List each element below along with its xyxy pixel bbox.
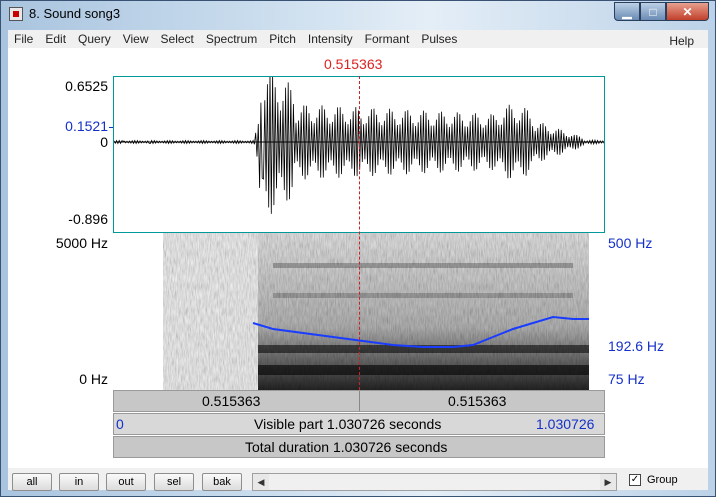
cursor-line[interactable] bbox=[359, 76, 360, 390]
zoom-out-button[interactable]: out bbox=[106, 473, 146, 491]
maximize-button[interactable]: □ bbox=[640, 2, 666, 21]
zoom-selection-button[interactable]: sel bbox=[154, 473, 194, 491]
group-toggle[interactable]: ✓ Group bbox=[629, 474, 678, 486]
zoom-back-button[interactable]: bak bbox=[202, 473, 242, 491]
menu-pulses[interactable]: Pulses bbox=[415, 30, 463, 48]
close-button[interactable]: ✕ bbox=[666, 2, 709, 21]
left-segment-time[interactable]: 0.515363 bbox=[202, 393, 260, 409]
spectrogram-band-base bbox=[258, 365, 589, 375]
menu-edit[interactable]: Edit bbox=[39, 30, 72, 48]
time-scrollbar[interactable]: ◀ ▶ bbox=[252, 473, 617, 491]
right-segment-time[interactable]: 0.515363 bbox=[448, 393, 506, 409]
title-bar[interactable]: 8. Sound song3 ▁ □ ✕ bbox=[1, 1, 715, 28]
scroll-left-icon[interactable]: ◀ bbox=[253, 474, 269, 490]
menu-pitch[interactable]: Pitch bbox=[263, 30, 302, 48]
window-controls: ▁ □ ✕ bbox=[614, 2, 709, 21]
group-checkbox[interactable]: ✓ bbox=[629, 474, 641, 486]
waveform-ymax-label: 0.6525 bbox=[65, 78, 108, 94]
zoom-all-button[interactable]: all bbox=[12, 473, 52, 491]
visible-start-time: 0 bbox=[116, 416, 124, 432]
window-client-area: File Edit Query View Select Spectrum Pit… bbox=[8, 30, 708, 491]
total-duration-label: Total duration 1.030726 seconds bbox=[245, 439, 448, 455]
menu-select[interactable]: Select bbox=[155, 30, 200, 48]
waveform-yzero-label: 0 bbox=[100, 134, 108, 150]
sound-editor-window: 8. Sound song3 ▁ □ ✕ File Edit Query Vie… bbox=[0, 0, 716, 497]
spectrogram-fmin-label: 0 Hz bbox=[79, 371, 108, 387]
zoom-in-button[interactable]: in bbox=[59, 473, 99, 491]
window-title: 8. Sound song3 bbox=[29, 6, 121, 21]
total-duration-bar[interactable]: Total duration 1.030726 seconds bbox=[113, 436, 605, 458]
scroll-right-icon[interactable]: ▶ bbox=[600, 474, 616, 490]
selection-bar[interactable]: 0.515363 0.515363 bbox=[113, 390, 605, 412]
visible-part-label: Visible part 1.030726 seconds bbox=[254, 416, 442, 432]
menu-intensity[interactable]: Intensity bbox=[302, 30, 359, 48]
spectrogram-band-mid bbox=[273, 293, 573, 298]
waveform-ymark-label: 0.1521 bbox=[65, 118, 108, 134]
visible-part-bar[interactable]: 0 Visible part 1.030726 seconds 1.030726 bbox=[113, 413, 605, 435]
pitch-mark-label: 192.6 Hz bbox=[608, 338, 665, 354]
segment-divider bbox=[359, 391, 360, 411]
menu-formant[interactable]: Formant bbox=[359, 30, 416, 48]
minimize-button[interactable]: ▁ bbox=[614, 2, 640, 21]
group-label: Group bbox=[647, 474, 678, 486]
spectrogram-band-high bbox=[273, 263, 573, 268]
menu-query[interactable]: Query bbox=[72, 30, 117, 48]
cursor-time-label: 0.515363 bbox=[324, 56, 383, 72]
menu-view[interactable]: View bbox=[117, 30, 155, 48]
menu-file[interactable]: File bbox=[8, 30, 39, 48]
praat-app-icon bbox=[9, 7, 23, 21]
menu-spectrum[interactable]: Spectrum bbox=[200, 30, 263, 48]
pitch-min-label: 75 Hz bbox=[608, 371, 645, 387]
menu-bar: File Edit Query View Select Spectrum Pit… bbox=[8, 30, 708, 48]
footer-controls: all in out sel bak ◀ ▶ ✓ Group bbox=[8, 468, 708, 491]
visible-end-time: 1.030726 bbox=[536, 416, 595, 432]
scroll-thumb[interactable] bbox=[269, 474, 600, 490]
waveform-ymin-label: -0.896 bbox=[68, 211, 108, 227]
sound-editor-canvas[interactable]: 0.515363 0.6525 0.1521 0 -0.896 5000 Hz … bbox=[8, 48, 708, 468]
spectrogram-fmax-label: 5000 Hz bbox=[55, 235, 108, 251]
pitch-max-label: 500 Hz bbox=[608, 235, 653, 251]
